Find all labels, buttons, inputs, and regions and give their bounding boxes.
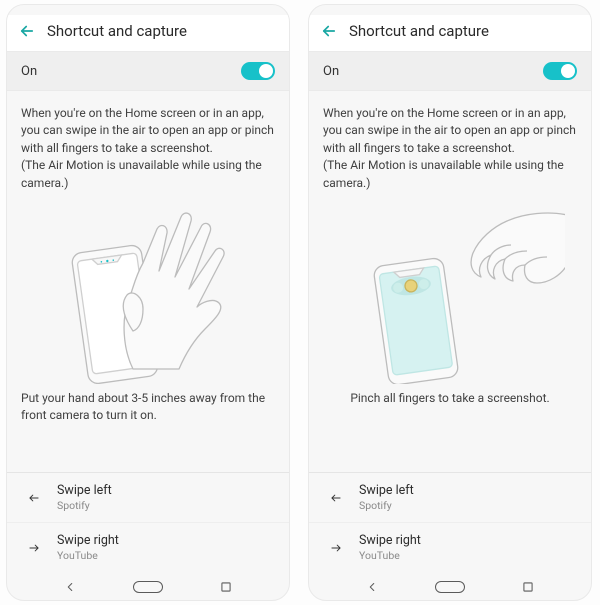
toggle-label: On <box>323 64 339 79</box>
app-bar: Shortcut and capture <box>7 15 289 51</box>
description-line1: When you're on the Home screen or in an … <box>21 106 274 155</box>
illustration-caption: Put your hand about 3-5 inches away from… <box>7 384 289 447</box>
description-line2: (The Air Motion is unavailable while usi… <box>21 158 262 189</box>
page-title: Shortcut and capture <box>47 22 187 40</box>
action-label: Swipe left <box>57 483 112 498</box>
nav-home-icon[interactable] <box>435 581 465 593</box>
phone-left: Shortcut and capture On When you're on t… <box>6 4 290 601</box>
arrow-left-icon <box>25 491 43 505</box>
nav-back-icon[interactable] <box>357 580 387 594</box>
arrow-left-icon <box>327 491 345 505</box>
action-label: Swipe left <box>359 483 414 498</box>
swipe-right-row[interactable]: Swipe right YouTube <box>7 523 289 572</box>
description-line1: When you're on the Home screen or in an … <box>323 106 576 155</box>
nav-recent-icon[interactable] <box>513 580 543 594</box>
status-bar <box>7 5 289 15</box>
illustration-open-hand <box>7 194 289 384</box>
action-label: Swipe right <box>359 533 421 548</box>
nav-home-icon[interactable] <box>133 581 163 593</box>
action-sub: Spotify <box>57 499 112 512</box>
action-sub: YouTube <box>359 549 421 562</box>
shortcut-list: Swipe left Spotify Swipe right YouTube <box>309 472 591 572</box>
description-text: When you're on the Home screen or in an … <box>7 91 289 194</box>
back-arrow-icon[interactable] <box>319 21 339 41</box>
status-bar <box>309 5 591 15</box>
page-title: Shortcut and capture <box>349 22 489 40</box>
shortcut-list: Swipe left Spotify Swipe right YouTube <box>7 472 289 572</box>
swipe-left-row[interactable]: Swipe left Spotify <box>7 473 289 523</box>
swipe-right-text: Swipe right YouTube <box>57 533 119 562</box>
illustration-pinch-hand <box>309 194 591 384</box>
master-toggle-row[interactable]: On <box>309 51 591 91</box>
arrow-right-icon <box>327 541 345 555</box>
toggle-switch[interactable] <box>241 62 275 80</box>
swipe-left-row[interactable]: Swipe left Spotify <box>309 473 591 523</box>
swipe-right-row[interactable]: Swipe right YouTube <box>309 523 591 572</box>
master-toggle-row[interactable]: On <box>7 51 289 91</box>
nav-back-icon[interactable] <box>55 580 85 594</box>
back-arrow-icon[interactable] <box>17 21 37 41</box>
swipe-right-text: Swipe right YouTube <box>359 533 421 562</box>
description-text: When you're on the Home screen or in an … <box>309 91 591 194</box>
toggle-label: On <box>21 64 37 79</box>
app-bar: Shortcut and capture <box>309 15 591 51</box>
toggle-switch[interactable] <box>543 62 577 80</box>
phone-right: Shortcut and capture On When you're on t… <box>308 4 592 601</box>
navigation-bar <box>309 572 591 600</box>
spacer <box>309 429 591 472</box>
description-line2: (The Air Motion is unavailable while usi… <box>323 158 564 189</box>
spacer <box>7 447 289 472</box>
illustration-caption: Pinch all fingers to take a screenshot. <box>309 384 591 429</box>
arrow-right-icon <box>25 541 43 555</box>
action-sub: YouTube <box>57 549 119 562</box>
action-label: Swipe right <box>57 533 119 548</box>
swipe-left-text: Swipe left Spotify <box>359 483 414 512</box>
action-sub: Spotify <box>359 499 414 512</box>
nav-recent-icon[interactable] <box>211 580 241 594</box>
swipe-left-text: Swipe left Spotify <box>57 483 112 512</box>
navigation-bar <box>7 572 289 600</box>
